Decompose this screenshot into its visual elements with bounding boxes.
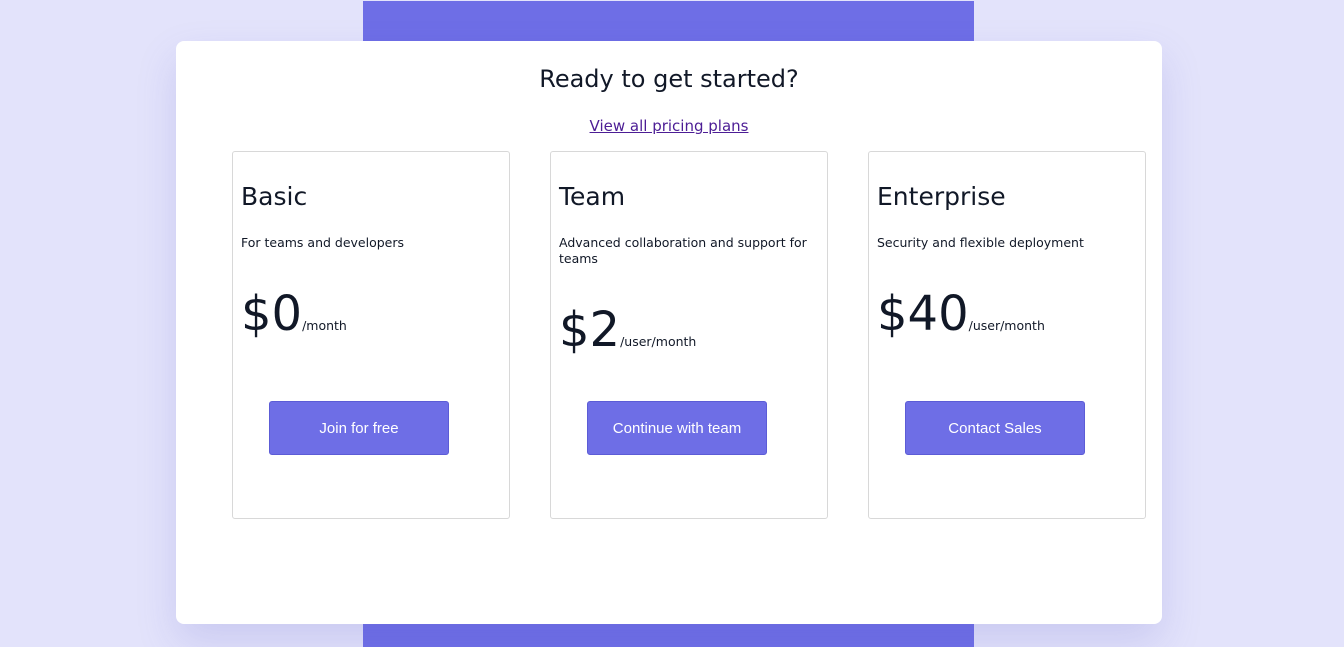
plan-card-team: Team Advanced collaboration and support … bbox=[550, 151, 828, 519]
plan-name: Basic bbox=[241, 182, 308, 211]
price-period: /user/month bbox=[620, 334, 697, 349]
plans-link-container: View all pricing plans bbox=[176, 117, 1162, 135]
plan-description: For teams and developers bbox=[241, 235, 405, 250]
price-amount: $0 bbox=[241, 286, 303, 342]
plan-name: Team bbox=[559, 182, 626, 211]
price-amount: $40 bbox=[877, 286, 969, 342]
pricing-card: Ready to get started? View all pricing p… bbox=[176, 41, 1162, 624]
page: Ready to get started? View all pricing p… bbox=[0, 0, 1344, 647]
plan-card-basic: Basic For teams and developers $0 /month… bbox=[232, 151, 510, 519]
plan-price: $40 /user/month bbox=[877, 290, 1045, 338]
view-all-pricing-plans-link[interactable]: View all pricing plans bbox=[590, 117, 749, 135]
contact-sales-button[interactable]: Contact Sales bbox=[905, 401, 1085, 455]
page-title: Ready to get started? bbox=[539, 65, 799, 93]
plan-description: Advanced collaboration and support for t… bbox=[559, 235, 807, 266]
plan-price: $2 /user/month bbox=[559, 306, 696, 354]
join-for-free-button[interactable]: Join for free bbox=[269, 401, 449, 455]
plan-description: Security and flexible deployment bbox=[877, 235, 1084, 250]
price-period: /month bbox=[302, 318, 347, 333]
plan-name: Enterprise bbox=[877, 182, 1006, 211]
price-period: /user/month bbox=[968, 318, 1045, 333]
plan-card-enterprise: Enterprise Security and flexible deploym… bbox=[868, 151, 1146, 519]
plan-price: $0 /month bbox=[241, 290, 347, 338]
price-amount: $2 bbox=[559, 302, 621, 358]
continue-with-team-button[interactable]: Continue with team bbox=[587, 401, 767, 455]
